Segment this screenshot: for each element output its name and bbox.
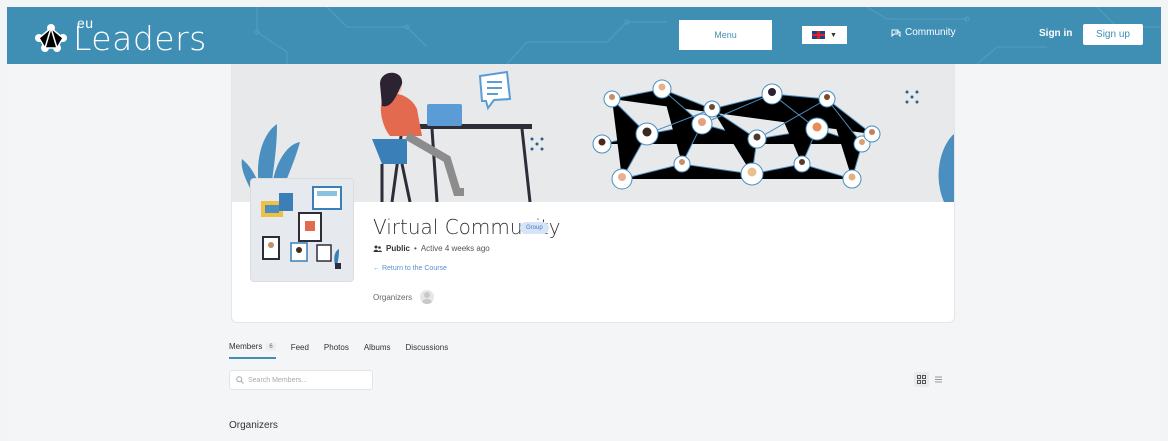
tab-feed[interactable]: Feed (291, 342, 309, 359)
return-link-label: Return to the Course (381, 265, 447, 272)
grid-icon (917, 375, 926, 384)
logo-eu-text: eu (77, 15, 94, 31)
meta-separator: • (414, 244, 417, 253)
search-placeholder: Search Members... (248, 376, 308, 384)
sign-in-link[interactable]: Sign in (1039, 28, 1072, 39)
group-meta: Public • Active 4 weeks ago (373, 244, 490, 253)
sign-up-button[interactable]: Sign up (1083, 24, 1143, 45)
chat-icon (891, 29, 901, 37)
tab-albums[interactable]: Albums (364, 342, 391, 359)
group-activity: Active 4 weeks ago (420, 244, 490, 253)
tab-discussions[interactable]: Discussions (406, 342, 449, 359)
tab-photos-label: Photos (323, 343, 349, 352)
group-avatar-illustration (251, 179, 353, 281)
view-toggle (914, 372, 946, 387)
tab-members-label: Members (229, 342, 263, 351)
grid-view-button[interactable] (914, 372, 929, 387)
member-search-input[interactable]: Search Members... (229, 370, 373, 390)
group-tabs: Members 6 Feed Photos Albums Discussions (229, 342, 463, 359)
chevron-down-icon: ▼ (830, 31, 837, 39)
group-type-badge: Group (520, 222, 549, 234)
language-selector[interactable]: ▼ (802, 26, 847, 44)
organizers-section-heading: Organizers (229, 420, 278, 431)
organizers-label: Organizers (373, 292, 413, 302)
group-header-card: Virtual Community Group Public • Active … (231, 64, 955, 323)
tab-feed-label: Feed (290, 343, 309, 352)
menu-button[interactable]: Menu (679, 20, 772, 50)
group-organizer: Organizers (373, 290, 435, 304)
tab-members[interactable]: Members 6 (229, 342, 276, 359)
community-label: Community (905, 27, 956, 38)
site-logo[interactable]: eu Leaders (33, 15, 207, 59)
page-frame: eu Leaders Menu ▼ Community Sign in Sign… (7, 7, 1161, 441)
site-header: eu Leaders Menu ▼ Community Sign in Sign… (7, 7, 1161, 64)
group-avatar (250, 178, 354, 282)
tab-photos[interactable]: Photos (324, 342, 349, 359)
arrow-left-icon: ← (373, 265, 380, 272)
uk-flag-icon (812, 31, 826, 39)
people-icon (373, 245, 382, 252)
group-visibility: Public (386, 244, 411, 253)
tab-albums-label: Albums (363, 343, 391, 352)
search-icon (236, 376, 244, 384)
return-to-course-link[interactable]: ← Return to the Course (373, 265, 447, 272)
list-view-button[interactable] (931, 372, 946, 387)
logo-nodes-icon (35, 24, 67, 52)
list-icon (935, 376, 942, 383)
community-link[interactable]: Community (891, 27, 956, 38)
organizer-avatar[interactable] (420, 290, 435, 304)
members-count-badge: 6 (266, 342, 276, 351)
tab-discussions-label: Discussions (405, 343, 449, 352)
